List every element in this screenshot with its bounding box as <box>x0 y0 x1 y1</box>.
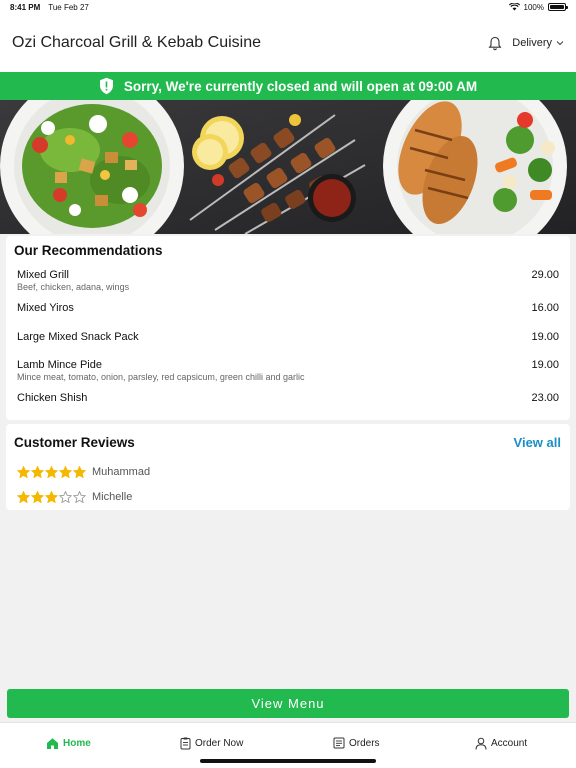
view-all-reviews-link[interactable]: View all <box>514 435 561 450</box>
reviews-heading: Customer Reviews <box>14 435 135 450</box>
star-empty-icon <box>73 491 86 503</box>
delivery-selector[interactable]: Delivery <box>512 37 564 49</box>
app-header: Ozi Charcoal Grill & Kebab Cuisine Deliv… <box>0 14 576 72</box>
battery-percent: 100% <box>523 2 544 12</box>
view-menu-button[interactable]: View Menu <box>7 689 569 718</box>
status-time: 8:41 PM <box>10 2 41 12</box>
tab-home[interactable]: Home <box>46 737 91 750</box>
review-row: Michelle <box>17 491 132 503</box>
recommendations-card: Our Recommendations Mixed Grill Beef, ch… <box>6 236 570 420</box>
star-filled-icon <box>31 491 44 503</box>
tab-order-now-label: Order Now <box>195 738 244 749</box>
menu-item[interactable]: Mixed Grill Beef, chicken, adana, wings … <box>17 269 559 292</box>
menu-item-price: 23.00 <box>531 392 559 404</box>
home-indicator[interactable] <box>200 759 376 763</box>
menu-item-price: 19.00 <box>531 359 559 371</box>
star-filled-icon <box>17 491 30 503</box>
recommendations-heading: Our Recommendations <box>14 243 163 258</box>
menu-item[interactable]: Mixed Yiros 16.00 <box>17 302 559 314</box>
hero-food-image <box>0 100 576 234</box>
shield-icon <box>99 77 113 95</box>
closed-banner: Sorry, We're currently closed and will o… <box>0 72 576 100</box>
receipt-icon <box>333 737 345 749</box>
tab-account[interactable]: Account <box>475 737 527 750</box>
menu-item-price: 29.00 <box>531 269 559 281</box>
closed-banner-text: Sorry, We're currently closed and will o… <box>123 78 478 94</box>
header-actions: Delivery <box>488 36 564 51</box>
star-filled-icon <box>45 491 58 503</box>
menu-item-price: 19.00 <box>531 331 559 343</box>
star-rating <box>17 491 86 503</box>
menu-item-price: 16.00 <box>531 302 559 314</box>
tab-home-label: Home <box>63 738 91 749</box>
status-bar: 8:41 PM Tue Feb 27 100% <box>0 0 576 14</box>
review-row: Muhammad <box>17 466 150 478</box>
menu-item-desc: Beef, chicken, adana, wings <box>17 282 130 292</box>
home-icon <box>47 738 58 749</box>
menu-item-desc: Mince meat, tomato, onion, parsley, red … <box>17 372 305 382</box>
star-filled-icon <box>59 466 72 478</box>
hero-illustration <box>0 100 576 234</box>
battery-icon <box>548 3 568 11</box>
menu-item[interactable]: Chicken Shish 23.00 <box>17 392 559 404</box>
chevron-down-icon <box>556 41 564 46</box>
star-filled-icon <box>73 466 86 478</box>
menu-item[interactable]: Large Mixed Snack Pack 19.00 <box>17 331 559 343</box>
tab-account-label: Account <box>491 738 528 749</box>
status-date: Tue Feb 27 <box>48 2 89 12</box>
tab-orders[interactable]: Orders <box>333 737 380 749</box>
reviews-card: Customer Reviews View all Muhammad Miche… <box>6 424 570 510</box>
bell-icon[interactable] <box>488 36 502 51</box>
order-icon <box>180 737 191 750</box>
star-filled-icon <box>17 466 30 478</box>
star-filled-icon <box>45 466 58 478</box>
menu-item-name: Mixed Yiros <box>17 302 74 314</box>
delivery-label: Delivery <box>512 37 552 49</box>
user-icon <box>475 737 487 750</box>
restaurant-title: Ozi Charcoal Grill & Kebab Cuisine <box>12 34 261 51</box>
tab-orders-label: Orders <box>349 737 380 749</box>
menu-item-name: Mixed Grill <box>17 269 69 281</box>
tab-order-now[interactable]: Order Now <box>180 737 243 750</box>
reviewer-name: Michelle <box>92 491 133 503</box>
star-empty-icon <box>59 491 72 503</box>
menu-item-name: Large Mixed Snack Pack <box>17 331 139 343</box>
menu-item[interactable]: Lamb Mince Pide Mince meat, tomato, onio… <box>17 359 559 382</box>
wifi-icon <box>508 3 520 11</box>
menu-item-name: Chicken Shish <box>17 392 88 404</box>
status-right: 100% <box>508 2 568 12</box>
reviewer-name: Muhammad <box>92 466 151 478</box>
star-rating <box>17 466 86 478</box>
star-filled-icon <box>31 466 44 478</box>
menu-item-name: Lamb Mince Pide <box>17 359 102 371</box>
